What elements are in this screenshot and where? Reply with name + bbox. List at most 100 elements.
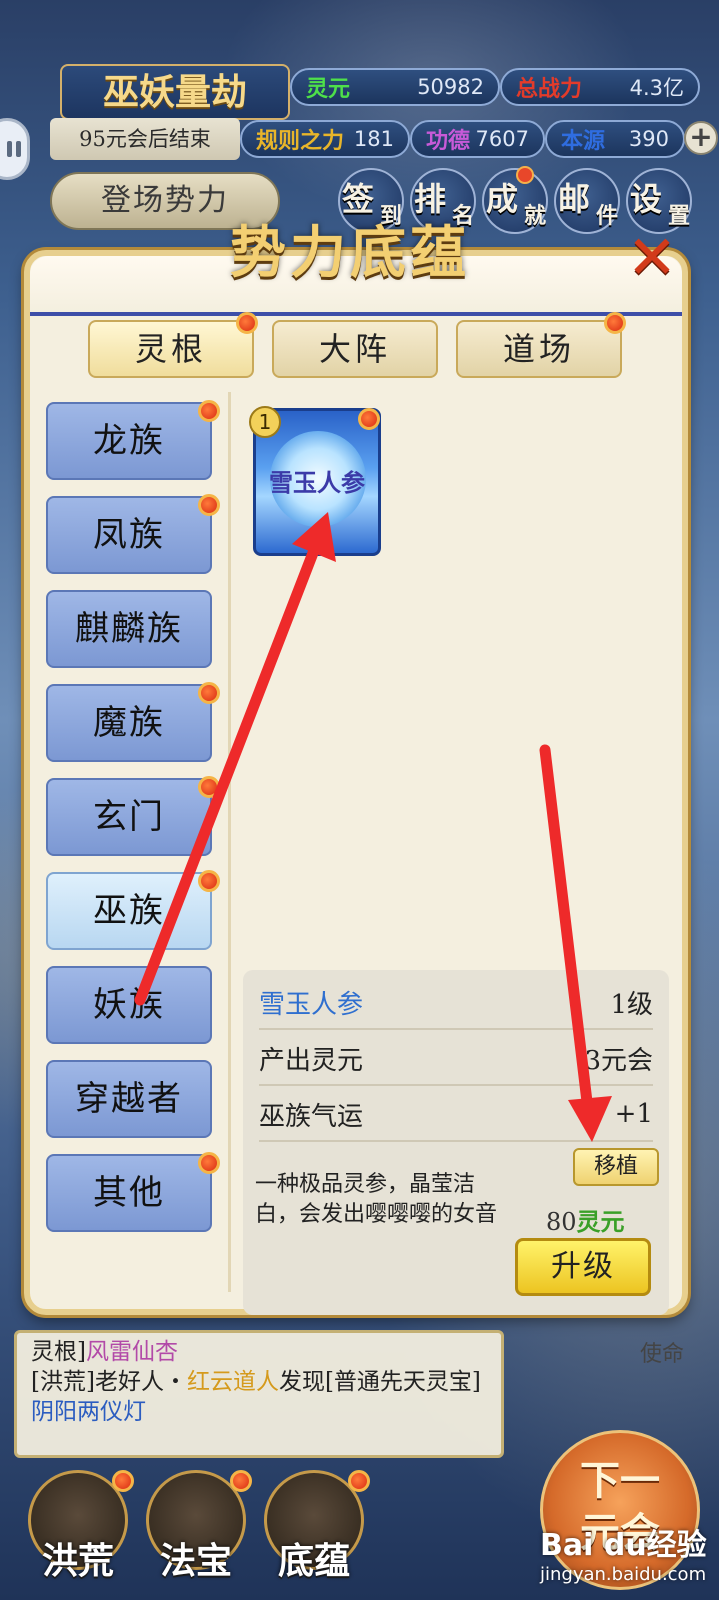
category-xuanmen[interactable]: 玄门 <box>46 776 220 856</box>
category-label: 其他 <box>93 1173 165 1213</box>
category-label: 妖族 <box>93 985 165 1025</box>
category-label: 麒麟族 <box>75 609 183 649</box>
nav-mail[interactable]: 邮 件 <box>554 168 620 234</box>
end-countdown: 95元会后结束 <box>50 118 240 160</box>
upgrade-cost: 80灵元 <box>546 1202 625 1237</box>
close-icon[interactable]: ✕ <box>622 228 682 290</box>
notification-dot <box>198 400 220 422</box>
bottom-nav-label: 法宝 <box>159 1540 232 1582</box>
detail-title-row: 雪玉人参 1级 <box>259 976 653 1030</box>
category-label: 凤族 <box>93 515 165 555</box>
detail-item-name: 雪玉人参 <box>259 989 364 1020</box>
detail-value: 3元会 <box>584 1045 653 1076</box>
category-qilin[interactable]: 麒麟族 <box>46 590 212 668</box>
notification-dot <box>230 1470 252 1492</box>
stat-value: 390 <box>628 127 669 151</box>
game-title: 巫妖量劫 <box>60 64 290 120</box>
nav-label-small: 件 <box>595 203 618 229</box>
bottom-nav-heritage[interactable]: 底蕴 <box>258 1470 370 1590</box>
event-log: 灵根]风雷仙杏 [洪荒]老好人・红云道人发现[普通先天灵宝] 阴阳两仪灯 <box>14 1330 504 1458</box>
notification-dot <box>348 1470 370 1492</box>
notification-dot <box>198 1152 220 1174</box>
transplant-button[interactable]: 移植 <box>573 1148 659 1186</box>
mission-label-partial: 使命 <box>640 1342 685 1367</box>
stat-lingyuan[interactable]: 灵元 50982 <box>290 68 500 106</box>
tab-spirit-root[interactable]: 灵根 <box>88 320 254 378</box>
log-text: [洪荒]老好人・ <box>31 1369 187 1395</box>
bottom-nav-treasure[interactable]: 法宝 <box>140 1470 252 1590</box>
log-highlight: 红云道人 <box>186 1369 279 1395</box>
category-demon[interactable]: 魔族 <box>46 682 220 762</box>
notification-dot <box>198 776 220 798</box>
cost-currency: 灵元 <box>576 1207 625 1236</box>
category-dragon[interactable]: 龙族 <box>46 400 220 480</box>
category-wu[interactable]: 巫族 <box>46 870 220 950</box>
nav-label-big: 邮 <box>558 180 591 218</box>
item-level-badge: 1 <box>249 406 281 438</box>
notification-dot <box>604 312 626 334</box>
category-label: 玄门 <box>93 797 165 837</box>
stat-merit[interactable]: 功德 7607 <box>410 120 545 158</box>
notification-dot <box>198 682 220 704</box>
notification-dot <box>358 408 380 430</box>
log-line: 灵根]风雷仙杏 <box>31 1337 487 1367</box>
stat-value: 181 <box>353 127 394 151</box>
detail-label: 巫族气运 <box>259 1101 364 1132</box>
stat-label: 本源 <box>561 128 606 154</box>
notification-dot <box>236 312 258 334</box>
nav-label-small: 就 <box>523 203 546 229</box>
bottom-nav-honghuang[interactable]: 洪荒 <box>22 1470 134 1590</box>
stat-value: 7607 <box>475 127 529 151</box>
panel-divider <box>228 392 231 1292</box>
notification-dot <box>198 494 220 516</box>
category-yao[interactable]: 妖族 <box>46 966 212 1044</box>
add-origin-button[interactable]: + <box>684 121 718 155</box>
log-text: 灵根] <box>31 1339 86 1365</box>
detail-row-fortune: 巫族气运 +1 <box>259 1088 653 1142</box>
watermark-url: jingyan.baidu.com <box>540 1564 707 1585</box>
category-other[interactable]: 其他 <box>46 1152 220 1232</box>
log-highlight: 阴阳两仪灯 <box>31 1399 146 1425</box>
watermark-logo: Bai du经验 <box>540 1528 707 1563</box>
item-description: 一种极品灵参，晶莹洁白，会发出嘤嘤嘤的女音 <box>255 1172 498 1227</box>
nav-label-big: 设 <box>630 180 663 218</box>
modal-title: 势力底蕴 <box>230 220 470 286</box>
stat-value: 4.3亿 <box>629 76 684 100</box>
log-line: [洪荒]老好人・红云道人发现[普通先天灵宝] 阴阳两仪灯 <box>31 1367 487 1427</box>
category-label: 龙族 <box>93 421 165 461</box>
stat-rule-power[interactable]: 规则之力 181 <box>240 120 410 158</box>
detail-value: +1 <box>614 1099 653 1129</box>
category-label: 魔族 <box>93 703 165 743</box>
tab-formation[interactable]: 大阵 <box>272 320 438 378</box>
item-detail-panel: 雪玉人参 1级 产出灵元 3元会 巫族气运 +1 移植 一种极品灵参，晶莹洁白，… <box>243 970 669 1315</box>
cost-amount: 80 <box>546 1208 577 1236</box>
nav-achievements[interactable]: 成 就 <box>482 166 548 234</box>
detail-item-level: 1级 <box>610 989 653 1020</box>
stat-label: 灵元 <box>306 76 351 102</box>
nav-label-big: 成 <box>486 180 519 218</box>
next-era-label: 下一 <box>580 1457 660 1504</box>
log-highlight: 风雷仙杏 <box>85 1339 178 1365</box>
detail-label: 产出灵元 <box>259 1045 364 1076</box>
upgrade-button[interactable]: 升级 <box>515 1238 651 1296</box>
baidu-watermark: Bai du经验 jingyan.baidu.com <box>540 1520 710 1594</box>
bottom-nav-label: 洪荒 <box>41 1540 114 1582</box>
side-drawer-handle[interactable] <box>0 118 30 180</box>
stat-label: 功德 <box>426 128 471 154</box>
stat-origin[interactable]: 本源 390 <box>545 120 685 158</box>
notification-dot <box>112 1470 134 1492</box>
stat-label: 总战力 <box>516 76 583 102</box>
category-traveler[interactable]: 穿越者 <box>46 1060 212 1138</box>
notification-dot <box>198 870 220 892</box>
notification-dot <box>516 166 534 184</box>
bottom-nav-label: 底蕴 <box>277 1540 350 1582</box>
category-phoenix[interactable]: 凤族 <box>46 494 220 574</box>
category-label: 穿越者 <box>75 1079 183 1119</box>
tab-dojo[interactable]: 道场 <box>456 320 622 378</box>
stat-label: 规则之力 <box>256 128 345 154</box>
log-text: 发现[普通先天灵宝] <box>278 1369 481 1395</box>
item-card-name: 雪玉人参 <box>269 468 365 497</box>
stat-power[interactable]: 总战力 4.3亿 <box>500 68 700 106</box>
category-label: 巫族 <box>93 891 165 931</box>
stat-value: 50982 <box>417 75 484 99</box>
